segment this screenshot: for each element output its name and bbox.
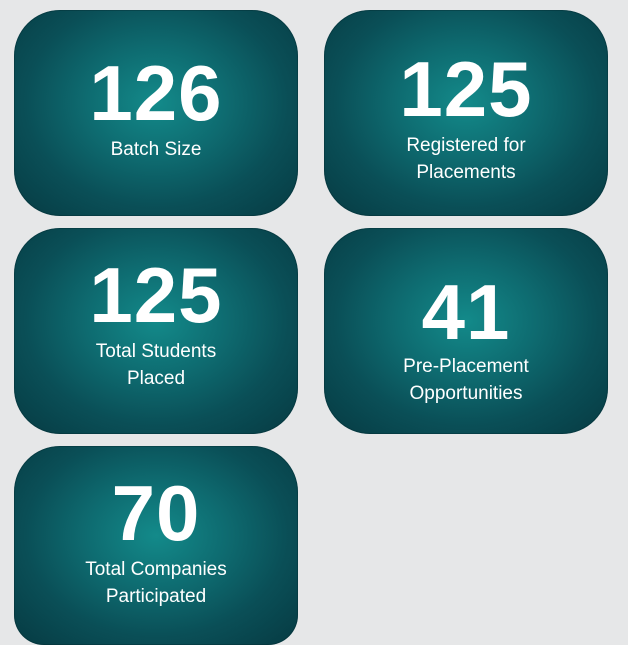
stat-value: 125 xyxy=(89,251,223,339)
stat-value: 125 xyxy=(399,45,533,133)
stat-label-line: Registered for xyxy=(406,135,526,156)
stat-value: 70 xyxy=(111,469,201,557)
stat-card-companies: 70 Total Companies Participated xyxy=(14,446,298,645)
stat-label: Pre-Placement Opportunities xyxy=(324,353,608,407)
stat-label-line: Participated xyxy=(105,586,207,607)
stat-label-line: Batch Size xyxy=(110,139,202,160)
stat-card-registered: 125 Registered for Placements xyxy=(324,10,608,216)
stat-label-line: Placed xyxy=(126,368,186,389)
stat-value: 126 xyxy=(89,49,223,137)
stat-label: Total Companies Participated xyxy=(14,556,298,610)
stat-card-ppo: 41 Pre-Placement Opportunities xyxy=(324,228,608,434)
stat-label-line: Total Students xyxy=(95,341,217,362)
stat-label: Total Students Placed xyxy=(14,338,298,392)
stat-card-students-placed: 125 Total Students Placed xyxy=(14,228,298,434)
stat-label-line: Pre-Placement xyxy=(403,356,529,377)
stat-label: Batch Size xyxy=(14,136,298,163)
stat-value: 41 xyxy=(421,268,511,356)
stat-card-batch-size: 126 Batch Size xyxy=(14,10,298,216)
stat-label: Registered for Placements xyxy=(324,132,608,186)
stat-label-line: Opportunities xyxy=(409,383,523,404)
stat-label-line: Placements xyxy=(416,162,516,183)
stat-label-line: Total Companies xyxy=(85,559,227,580)
